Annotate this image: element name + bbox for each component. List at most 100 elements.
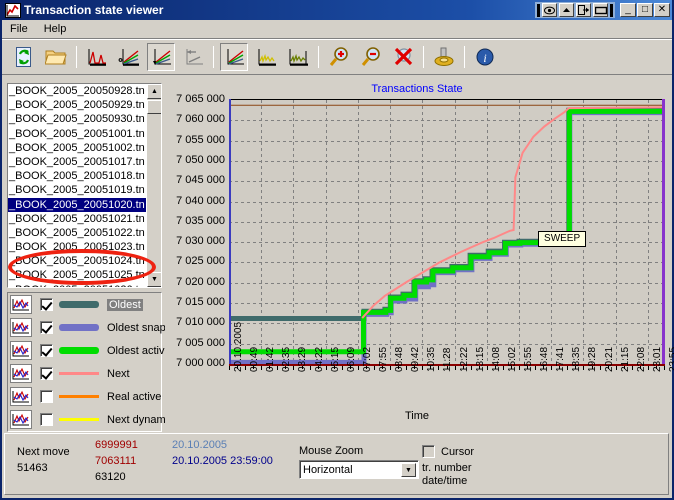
legend-row[interactable]: Real active [8, 385, 161, 408]
list-item[interactable]: _BOOK_2005_20051018.tn [8, 169, 146, 183]
x-axis-tick [632, 366, 633, 370]
legend-row[interactable]: Oldest snapshot [8, 316, 187, 339]
list-item[interactable]: _BOOK_2005_20050929.tn [8, 98, 146, 112]
x-axis-tick-label: 16:48 [539, 346, 551, 372]
shift-chart-icon[interactable] [179, 43, 207, 71]
x-axis-tick [648, 366, 649, 370]
eye-icon[interactable] [542, 3, 557, 17]
legend-row[interactable]: Next dynamic [8, 408, 174, 431]
legend-label: Next [107, 367, 130, 380]
list-item[interactable]: _BOOK_2005_20051017.tn [8, 155, 146, 169]
list-item[interactable]: _BOOK_2005_20051025.tn [8, 268, 146, 282]
x-axis-tick-label: 17:41 [555, 346, 567, 372]
x-axis-tick-label: 04:22 [313, 346, 325, 372]
restore-icon[interactable] [593, 3, 608, 17]
legend-checkbox[interactable] [40, 390, 53, 403]
scroll-thumb[interactable] [147, 100, 161, 114]
noise-chart-icon[interactable] [252, 43, 280, 71]
legend-checkbox[interactable] [40, 367, 53, 380]
x-axis-tick-label: 00:49 [249, 346, 261, 372]
legend-row[interactable]: Oldest [8, 293, 161, 316]
legend-checkbox[interactable] [40, 321, 53, 334]
file-list-items[interactable]: _BOOK_2005_20050928.tn _BOOK_2005_2005092… [8, 84, 146, 287]
list-item[interactable]: _BOOK_2005_20051024.tn [8, 254, 146, 268]
cursor-checkbox[interactable] [422, 445, 435, 458]
legend-color-swatch [59, 372, 99, 375]
legend-row[interactable]: Next [8, 362, 161, 385]
list-item[interactable]: _BOOK_2005_20050928.tn [8, 84, 146, 98]
close-button[interactable]: ✕ [654, 3, 670, 17]
x-axis-minor-tick [495, 366, 496, 369]
list-item[interactable]: _BOOK_2005_20051001.tn [8, 127, 146, 141]
series-line [229, 108, 664, 355]
legend-checkbox[interactable] [40, 413, 53, 426]
chart-panel: Transactions State 7 065 000 7 060 000 7 0… [165, 80, 674, 430]
x-axis-tick-label: 12:22 [458, 346, 470, 372]
scroll-up-button[interactable]: ▲ [147, 84, 161, 99]
x-axis-minor-tick [559, 366, 560, 369]
legend-row[interactable]: Oldest active [8, 339, 171, 362]
transaction-numbers: 6999991 7063111 63120 [95, 437, 138, 485]
zoom-reset-icon[interactable] [389, 43, 417, 71]
chevron-down-icon[interactable]: ▼ [401, 463, 416, 477]
info-icon[interactable]: i [471, 43, 499, 71]
legend-color-swatch [59, 347, 99, 354]
legend-label: Real active [107, 390, 162, 403]
list-item[interactable]: _BOOK_2005_20050930.tn [8, 112, 146, 126]
peaks-chart-icon[interactable] [83, 43, 111, 71]
file-list-scrollbar[interactable]: ▲ ▼ [146, 84, 161, 287]
x-axis-minor-tick [237, 366, 238, 369]
extra-title-buttons[interactable] [535, 2, 615, 18]
cursor-checkbox-row[interactable]: Cursor [422, 445, 474, 458]
maximize-button[interactable]: □ [637, 3, 653, 17]
list-item[interactable]: _BOOK_2005_20051026.tn [8, 283, 146, 287]
x-axis-tick-label: 02:35 [281, 346, 293, 372]
minimize-button[interactable]: _ [620, 3, 636, 17]
sweep-annotation: SWEEP [538, 231, 587, 248]
up-icon[interactable] [559, 3, 574, 17]
mouse-zoom-select[interactable]: Horizontal ▼ [299, 460, 419, 479]
x-axis-tick [390, 366, 391, 370]
scroll-down-button[interactable]: ▼ [147, 272, 161, 287]
zoom-in-icon[interactable] [325, 43, 353, 71]
menu-item-file[interactable]: File [10, 23, 28, 35]
x-axis-tick-label: 13:15 [474, 346, 486, 372]
x-axis-tick-label: 18:35 [571, 346, 583, 372]
x-axis-minor-tick [575, 366, 576, 369]
cursor-tr-number-label: tr. number [422, 462, 472, 474]
chart-plot-area[interactable] [229, 99, 664, 364]
list-item[interactable]: _BOOK_2005_20051022.tn [8, 226, 146, 240]
list-item[interactable]: _BOOK_2005_20051020.tn [8, 197, 146, 212]
x-axis-minor-tick [624, 366, 625, 369]
y-axis-tick-label: 7 025 000 [176, 255, 225, 268]
chart-series-layer [229, 104, 664, 364]
x-axis-tick [326, 366, 327, 370]
axis-chart-icon[interactable] [147, 43, 175, 71]
mouse-zoom-label: Mouse Zoom [299, 445, 364, 457]
zoom-out-icon[interactable] [357, 43, 385, 71]
y-axis-tick-label: 7 040 000 [176, 194, 225, 207]
series-legend[interactable]: Oldest Oldest snapshot Oldest active Next Re… [7, 292, 187, 432]
legend-label: Oldest active [107, 344, 171, 357]
list-item[interactable]: _BOOK_2005_20051021.tn [8, 212, 146, 226]
refresh-icon[interactable] [10, 43, 38, 71]
list-item[interactable]: _BOOK_2005_20051019.tn [8, 183, 146, 197]
list-item[interactable]: _BOOK_2005_20051023.tn [8, 240, 146, 254]
grip-bar-left [537, 3, 540, 17]
export-icon[interactable] [576, 3, 591, 17]
file-list[interactable]: _BOOK_2005_20050928.tn _BOOK_2005_2005092… [7, 83, 162, 288]
spectrum-chart-icon[interactable] [284, 43, 312, 71]
legend-checkbox[interactable] [40, 344, 53, 357]
legend-checkbox[interactable] [40, 298, 53, 311]
origin-chart-icon[interactable] [115, 43, 143, 71]
settings-gear-icon[interactable] [430, 43, 458, 71]
chart-app-icon [5, 2, 21, 18]
y-axis-tick-label: 7 000 000 [176, 357, 225, 369]
x-axis-tick [229, 366, 230, 370]
open-folder-icon[interactable] [42, 43, 70, 71]
list-item[interactable]: _BOOK_2005_20051002.tn [8, 141, 146, 155]
date-range: 20.10.2005 20.10.2005 23:59:00 [172, 437, 273, 469]
trend-chart-icon[interactable] [220, 43, 248, 71]
menu-item-help[interactable]: Help [44, 23, 67, 35]
x-axis-tick [261, 366, 262, 370]
